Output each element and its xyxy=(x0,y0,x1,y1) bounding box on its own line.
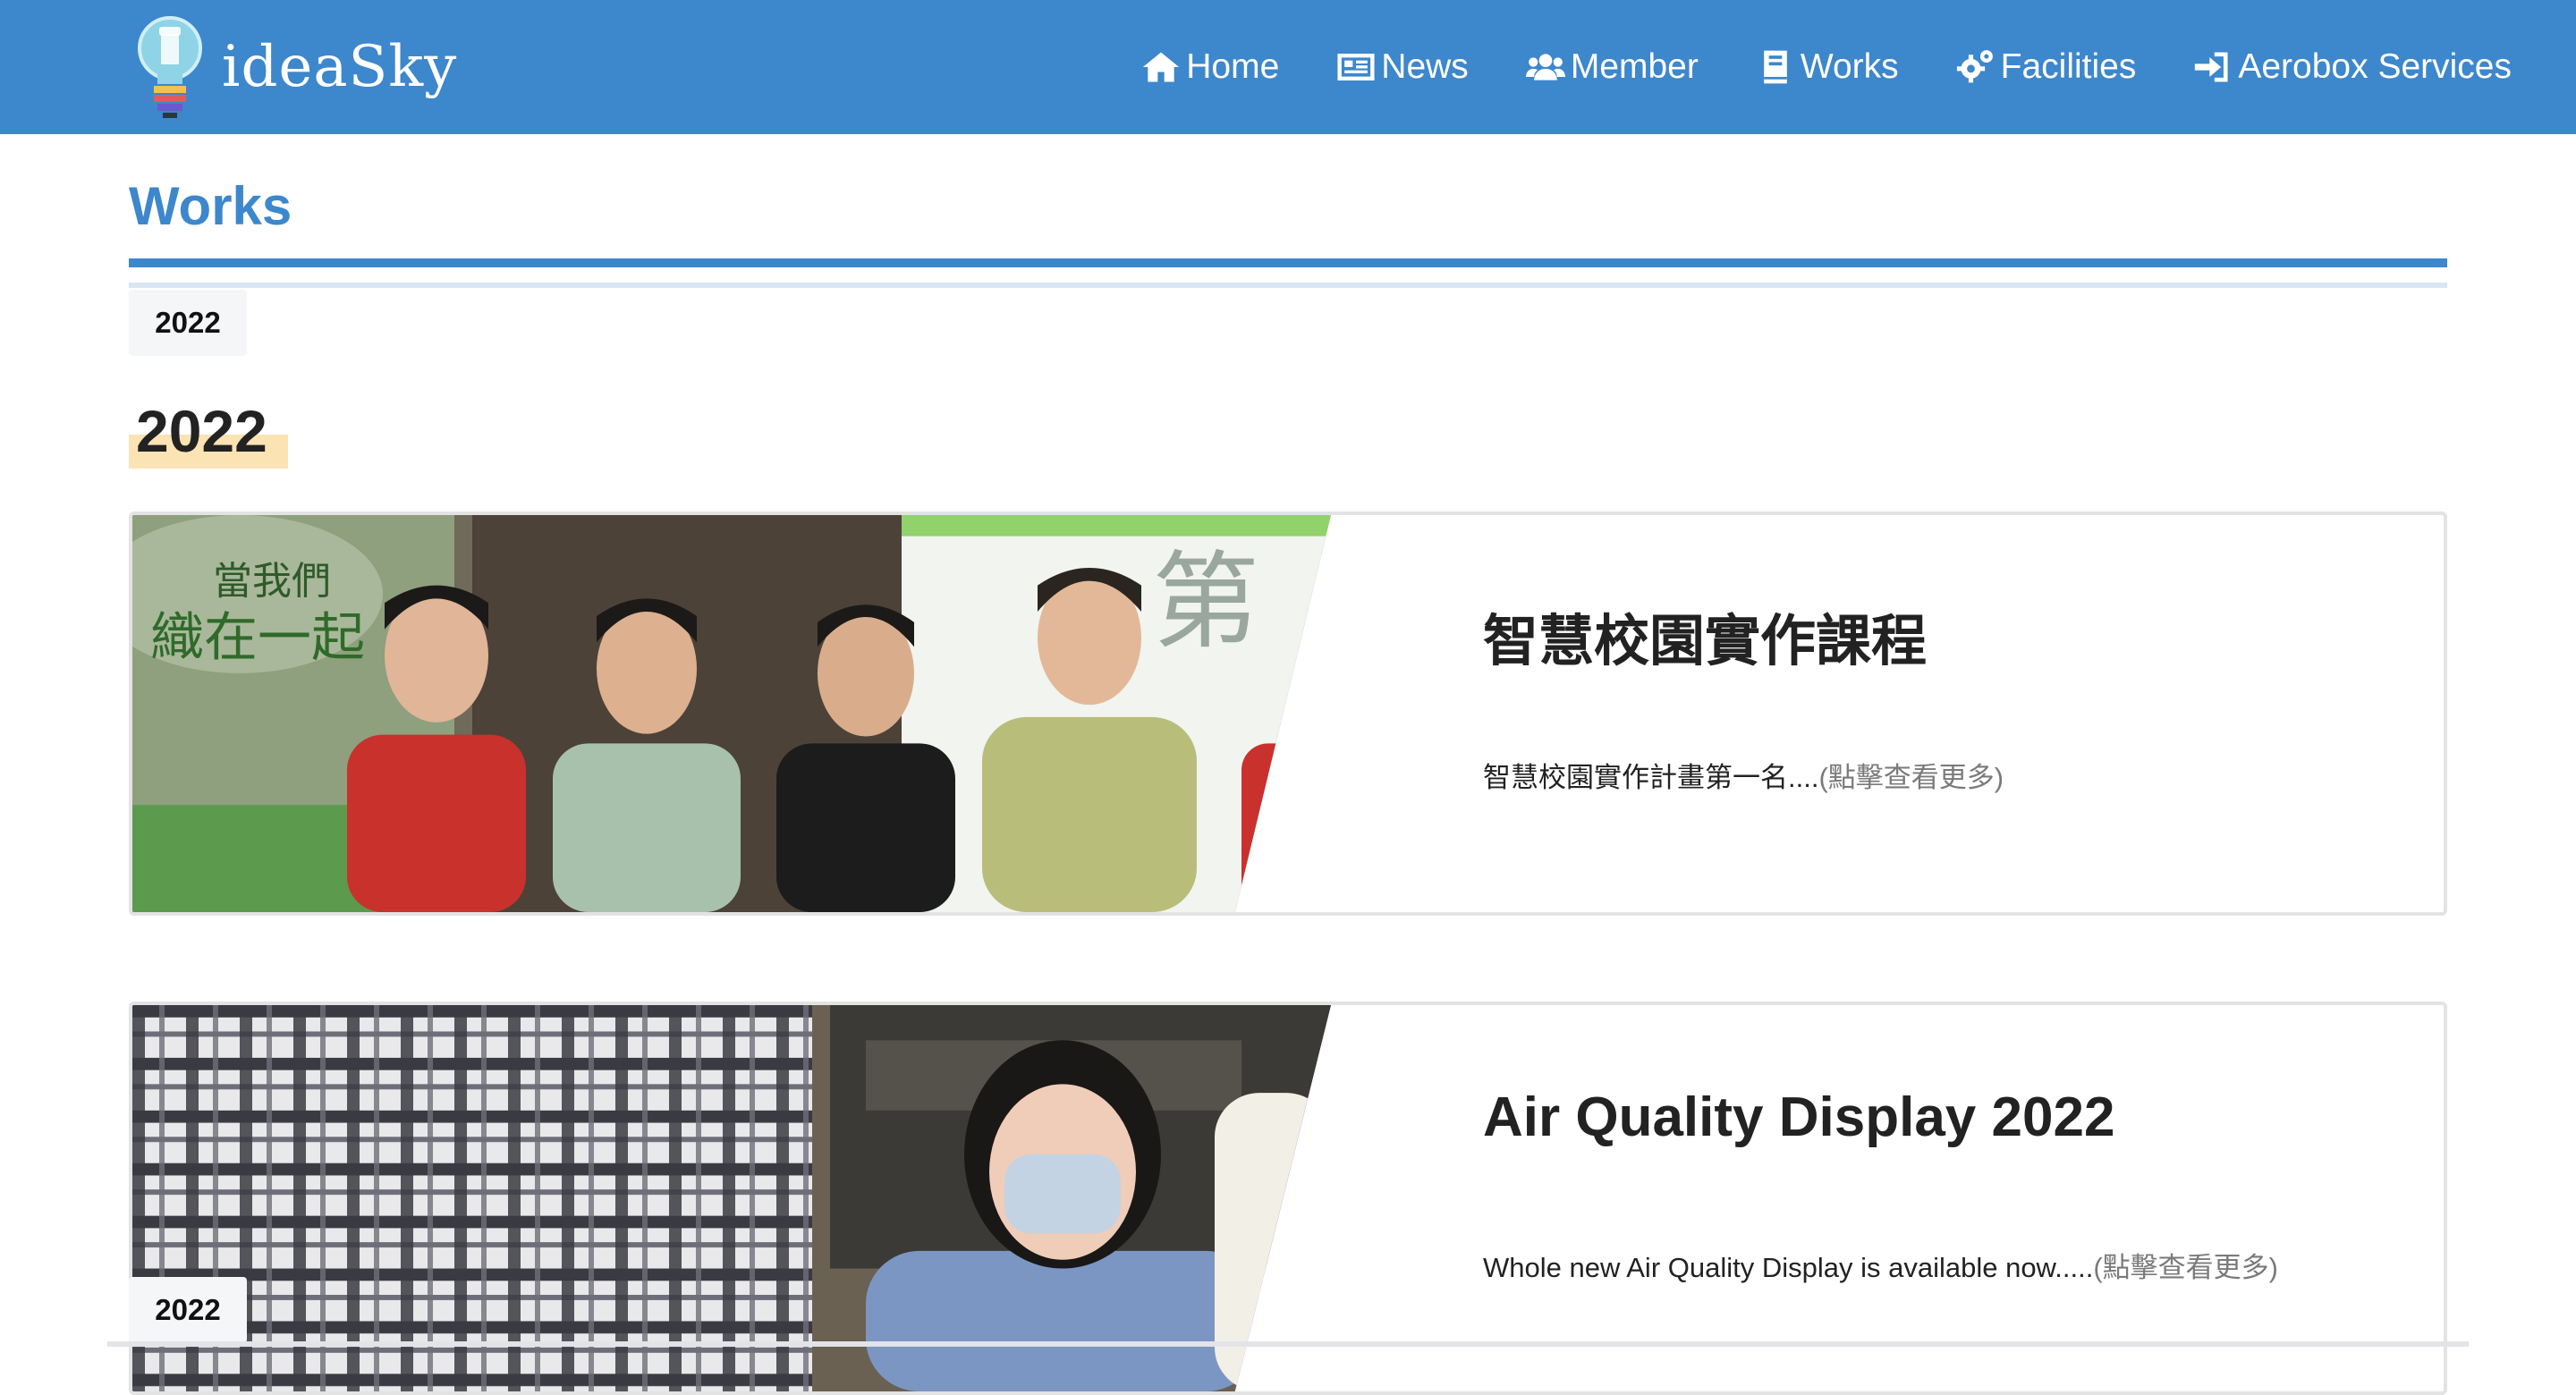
work-card-photo: 第 當我們 織在一起 xyxy=(132,515,1331,912)
book-icon xyxy=(1764,50,1787,84)
users-icon xyxy=(1525,54,1565,80)
sign-in-icon xyxy=(2195,52,2228,82)
work-card-description: 智慧校園實作計畫第一名....(點擊查看更多) xyxy=(1483,757,2288,799)
work-card-description: Whole new Air Quality Display is availab… xyxy=(1483,1247,2288,1289)
nav-item-label: Works xyxy=(1800,47,1899,86)
air-quality-photo-image xyxy=(132,1005,1331,1391)
newspaper-icon xyxy=(1337,53,1375,81)
lightbulb-logo-icon xyxy=(138,16,202,118)
work-card[interactable]: 第 當我們 織在一起 智慧校園實作課程 智慧校園實作計畫第一名....(點擊查看… xyxy=(129,512,2447,916)
home-icon xyxy=(1143,52,1180,82)
work-card[interactable]: Air Quality Display 2022 Whole new Air Q… xyxy=(129,1002,2447,1395)
svg-text:第: 第 xyxy=(1152,541,1259,664)
page-title: Works xyxy=(129,176,292,236)
nav-item-facilities[interactable]: Facilities xyxy=(1956,47,2137,87)
work-card-summary: 智慧校園實作計畫第一名.... xyxy=(1483,762,1819,793)
year-heading-text: 2022 xyxy=(136,398,267,464)
year-filter-chip[interactable]: 2022 xyxy=(129,290,247,356)
svg-text:當我們: 當我們 xyxy=(213,560,331,604)
brand-logo[interactable]: ideaSky xyxy=(134,11,457,123)
nav-item-member[interactable]: Member xyxy=(1525,47,1699,87)
sticky-divider xyxy=(107,1341,2469,1347)
work-card-title[interactable]: Air Quality Display 2022 xyxy=(1483,1086,2114,1149)
read-more-link[interactable]: (點擊查看更多) xyxy=(2093,1252,2278,1283)
sticky-year-chip[interactable]: 2022 xyxy=(129,1277,247,1343)
nav-item-label: Member xyxy=(1570,47,1699,86)
work-card-summary: Whole new Air Quality Display is availab… xyxy=(1483,1252,2094,1283)
nav-item-label: News xyxy=(1381,47,1469,86)
svg-text:織在一起: 織在一起 xyxy=(150,608,365,669)
work-card-photo xyxy=(132,1005,1331,1391)
nav-item-label: Home xyxy=(1186,47,1280,86)
work-card-title[interactable]: 智慧校園實作課程 xyxy=(1483,596,1927,676)
top-navbar: ideaSky Home News Member Works Facilitie… xyxy=(0,0,2576,134)
nav-item-news[interactable]: News xyxy=(1336,47,1469,87)
title-divider xyxy=(129,258,2447,267)
title-subdivider xyxy=(129,283,2447,288)
read-more-link[interactable]: (點擊查看更多) xyxy=(1818,762,2004,793)
nav-item-works[interactable]: Works xyxy=(1756,47,1899,87)
year-section-heading: 2022 xyxy=(129,397,288,469)
team-photo-image: 第 當我們 織在一起 xyxy=(132,515,1331,912)
nav-item-aerobox-services[interactable]: Aerobox Services xyxy=(2193,47,2512,87)
main-nav: Home News Member Works Facilities Aerobo… xyxy=(1084,0,2512,134)
nav-item-label: Aerobox Services xyxy=(2238,47,2512,86)
brand-name: ideaSky xyxy=(222,34,458,100)
nav-item-label: Facilities xyxy=(2000,47,2137,86)
gears-icon xyxy=(1956,50,1993,83)
nav-item-home[interactable]: Home xyxy=(1141,47,1279,87)
